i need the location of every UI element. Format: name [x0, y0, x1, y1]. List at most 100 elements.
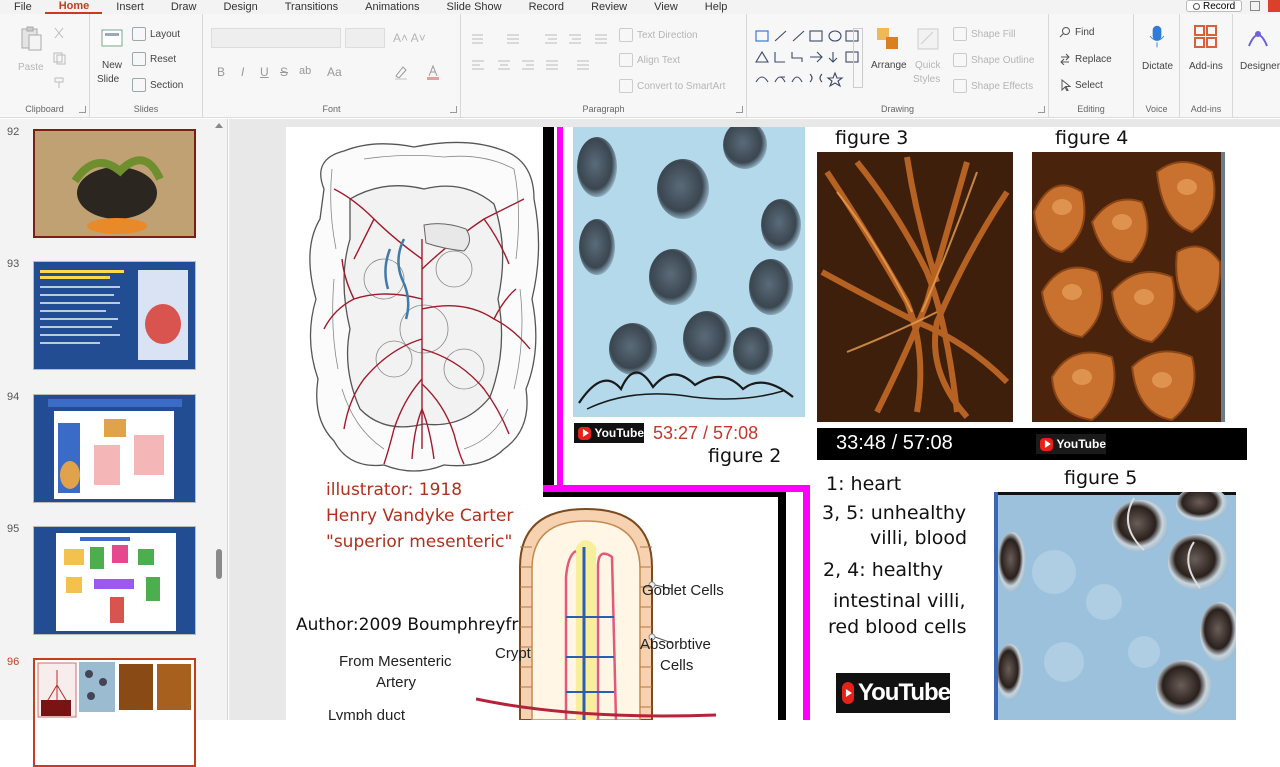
- font-family-select[interactable]: [211, 28, 341, 48]
- arrange-label[interactable]: Arrange: [871, 60, 907, 71]
- record-button[interactable]: Record: [1186, 0, 1243, 12]
- cut-icon[interactable]: [52, 26, 66, 40]
- char-spacing-button[interactable]: ab: [299, 65, 311, 77]
- replace-button[interactable]: Replace: [1059, 53, 1112, 65]
- new-slide-label[interactable]: New: [102, 60, 122, 71]
- clipboard-launcher-icon[interactable]: [79, 106, 86, 113]
- slide-thumbnail-92[interactable]: [33, 129, 196, 238]
- youtube-logo[interactable]: YouTube: [836, 673, 951, 713]
- crypt-label: Crypt: [495, 645, 531, 662]
- record-label: Record: [1203, 0, 1236, 12]
- find-button[interactable]: Find: [1059, 26, 1094, 38]
- section-button[interactable]: Section: [132, 78, 183, 92]
- shape-fill-icon: [953, 27, 967, 41]
- section-label: Section: [150, 79, 184, 91]
- figure-5-left-border: [994, 492, 998, 720]
- legend-line-2: 3, 5: unhealthy: [822, 502, 967, 524]
- font-size-select[interactable]: [345, 28, 385, 48]
- thumbnail-scrollbar[interactable]: [216, 549, 222, 579]
- shape-outline-button[interactable]: Shape Outline: [953, 53, 1034, 67]
- strikethrough-button[interactable]: S: [280, 65, 288, 79]
- slide-thumbnail-93[interactable]: [33, 261, 196, 370]
- shape-effects-button[interactable]: Shape Effects: [953, 79, 1033, 93]
- addins-button-label[interactable]: Add-ins: [1189, 61, 1223, 72]
- tab-review[interactable]: Review: [577, 1, 640, 13]
- reset-button[interactable]: Reset: [132, 52, 176, 66]
- text-direction-icon: [619, 28, 633, 42]
- paste-icon[interactable]: [18, 26, 44, 52]
- quick-styles-icon[interactable]: [915, 26, 941, 52]
- paragraph-launcher-icon[interactable]: [736, 106, 743, 113]
- addins-icon[interactable]: [1193, 24, 1219, 50]
- tab-animations[interactable]: Animations: [351, 1, 432, 13]
- format-painter-icon[interactable]: [52, 75, 66, 89]
- text-direction-label: Text Direction: [637, 29, 698, 41]
- paste-label[interactable]: Paste: [18, 62, 44, 73]
- new-slide-icon[interactable]: [100, 26, 126, 52]
- designer-icon[interactable]: [1245, 24, 1271, 50]
- share-icon[interactable]: [1268, 0, 1280, 12]
- tab-home[interactable]: Home: [44, 0, 103, 14]
- figure-2-youtube-badge[interactable]: YouTube: [574, 423, 644, 443]
- text-direction-button[interactable]: Text Direction: [619, 28, 698, 42]
- designer-label[interactable]: Designer: [1240, 61, 1280, 72]
- magenta-frame-right: [803, 485, 810, 720]
- slide-thumbnail-96[interactable]: [33, 658, 196, 767]
- underline-button[interactable]: U: [260, 65, 269, 79]
- smartart-icon: [619, 79, 633, 93]
- dictate-label[interactable]: Dictate: [1142, 61, 1173, 72]
- slide-number: 94: [7, 391, 20, 403]
- slide-thumbnail-94[interactable]: [33, 394, 196, 503]
- shape-effects-icon: [953, 79, 967, 93]
- bold-button[interactable]: B: [217, 65, 225, 79]
- comments-icon[interactable]: [1250, 1, 1260, 11]
- goblet-cells-label: Goblet Cells: [642, 582, 724, 599]
- align-text-button[interactable]: Align Text: [619, 53, 680, 67]
- shapes-more-button[interactable]: [853, 28, 863, 88]
- select-button[interactable]: Select: [1059, 79, 1103, 91]
- from-mesenteric-label-1: From Mesenteric: [339, 653, 452, 670]
- font-color-icon[interactable]: [425, 64, 441, 80]
- tab-slide-show[interactable]: Slide Show: [433, 1, 515, 13]
- smartart-label: Convert to SmartArt: [637, 80, 726, 92]
- tab-insert[interactable]: Insert: [102, 1, 157, 13]
- tab-file[interactable]: File: [0, 1, 45, 13]
- highlight-icon[interactable]: [393, 64, 409, 80]
- font-launcher-icon[interactable]: [450, 106, 457, 113]
- align-text-icon: [619, 53, 633, 67]
- slide-thumbnail-95[interactable]: [33, 526, 196, 635]
- editing-label: Editing: [1077, 104, 1105, 114]
- tab-draw[interactable]: Draw: [157, 1, 210, 13]
- youtube-badge-label: YouTube: [1056, 437, 1106, 451]
- shape-outline-icon: [953, 53, 967, 67]
- italic-button[interactable]: I: [241, 65, 244, 79]
- tab-view[interactable]: View: [640, 1, 691, 13]
- drawing-launcher-icon[interactable]: [1038, 106, 1045, 113]
- figure-4-timestamp: 33:48 / 57:08: [836, 432, 953, 454]
- convert-smartart-button[interactable]: Convert to SmartArt: [619, 79, 725, 93]
- copy-icon[interactable]: [52, 51, 66, 65]
- shapes-gallery-icon[interactable]: [753, 28, 863, 90]
- drawing-group: Arrange Quick Styles Shape Fill Shape Ou…: [747, 14, 1049, 118]
- quick-styles-label[interactable]: Quick: [915, 60, 941, 71]
- layout-button[interactable]: Layout: [132, 27, 180, 41]
- microphone-icon[interactable]: [1144, 24, 1170, 50]
- grow-font-icon[interactable]: A˄ A˅: [393, 31, 426, 45]
- arrange-icon[interactable]: [875, 26, 901, 52]
- alignment-buttons-icon[interactable]: [469, 58, 619, 72]
- tab-design[interactable]: Design: [209, 1, 270, 13]
- tab-record[interactable]: Record: [515, 1, 577, 13]
- scroll-up-arrow-icon[interactable]: [215, 123, 223, 128]
- shape-fill-button[interactable]: Shape Fill: [953, 27, 1015, 41]
- new-slide-sub-label[interactable]: Slide: [97, 74, 119, 85]
- change-case-button[interactable]: Aa: [327, 65, 342, 79]
- voice-label: Voice: [1145, 104, 1168, 114]
- tab-help[interactable]: Help: [691, 1, 741, 13]
- figure-4-youtube-badge[interactable]: YouTube: [1036, 434, 1106, 454]
- slide-canvas[interactable]: YouTube 53:27 / 57:08 figure 2 figure 3 …: [286, 127, 1280, 720]
- quick-styles-sub-label[interactable]: Styles: [913, 74, 940, 85]
- absorptive-cells-label-1: Absorbtive: [640, 636, 711, 653]
- black-frame-right: [778, 495, 786, 720]
- list-buttons-icon[interactable]: [469, 32, 619, 46]
- tab-transitions[interactable]: Transitions: [271, 1, 351, 13]
